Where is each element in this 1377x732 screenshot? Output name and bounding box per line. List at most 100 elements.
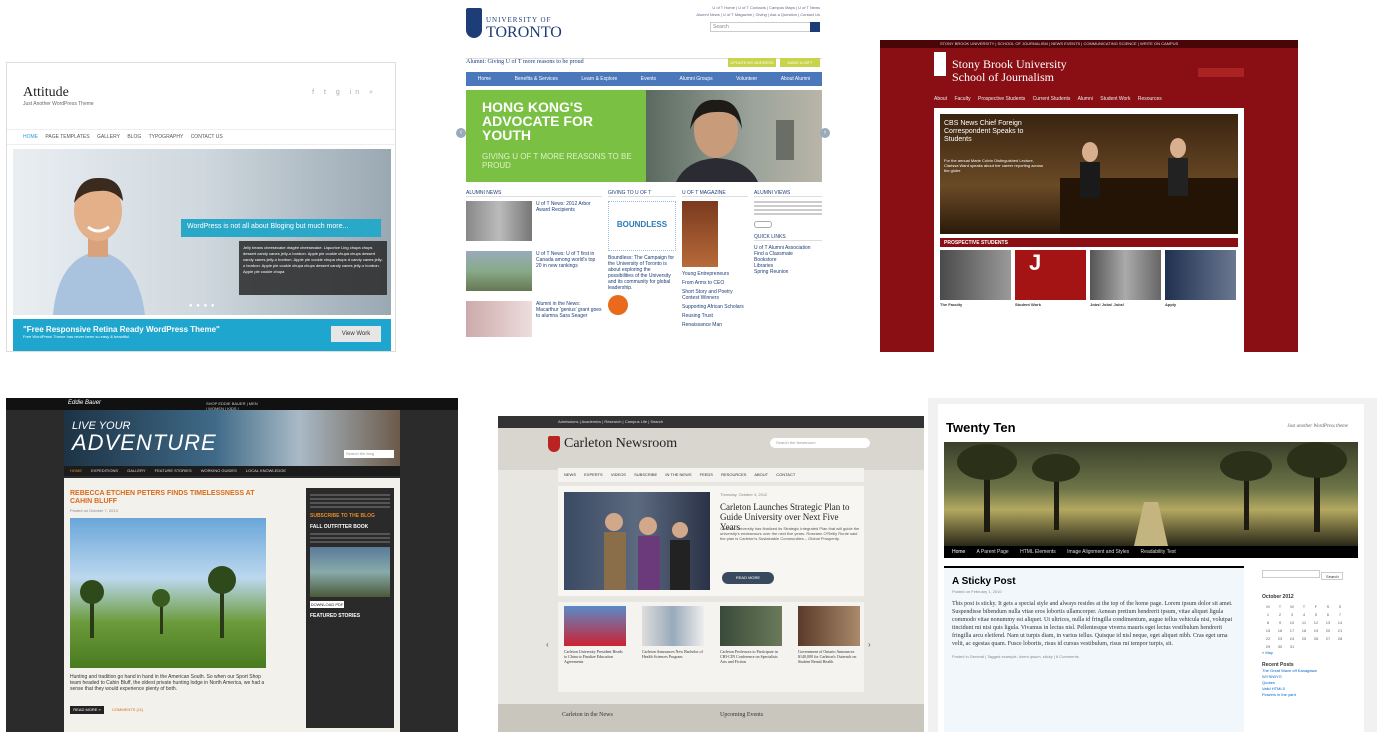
twenty-ten-theme-screenshot[interactable]: Twenty Ten Just another WordPress theme …	[928, 398, 1377, 732]
slider-next-icon[interactable]: ›	[820, 128, 830, 138]
view-work-button[interactable]: View Work	[331, 326, 381, 342]
eddie-bauer-blog-screenshot[interactable]: Eddie Bauer SHOP EDDIE BAUER | MEN | WOM…	[6, 398, 458, 732]
nav-gallery[interactable]: GALLERY	[97, 134, 120, 140]
brand-logo[interactable]: Eddie Bauer	[68, 400, 101, 406]
nav-alumni[interactable]: Alumni	[1078, 96, 1093, 102]
carousel-item[interactable]: Carleton Announces New Bachelor of Healt…	[642, 606, 704, 688]
nav-events[interactable]: Events	[641, 76, 656, 82]
news-item-1[interactable]: U of T News: 2012 Arbor Award Recipients	[536, 201, 602, 241]
nav-contact[interactable]: CONTACT	[776, 472, 795, 477]
donate-icon[interactable]	[608, 295, 628, 315]
subscribe-link[interactable]: SUBSCRIBE TO THE BLOG	[310, 514, 390, 519]
nav-groups[interactable]: Alumni Groups	[680, 76, 713, 82]
thumb-jobs[interactable]	[1090, 250, 1161, 300]
nav-videos[interactable]: VIDEOS	[611, 472, 626, 477]
site-brand[interactable]: Stony Brook University School of Journal…	[952, 58, 1067, 84]
make-gift-button[interactable]: MAKE A GIFT	[780, 58, 820, 67]
thumb-caption[interactable]: Apply	[1165, 302, 1236, 307]
mag-item[interactable]: Reusing Trust	[682, 313, 748, 319]
thumb-caption[interactable]: Jobs! Jobs! Jobs!	[1090, 302, 1161, 307]
mag-item[interactable]: From Arms to CEO	[682, 280, 748, 286]
comments-link[interactable]: COMMENTS (11)	[112, 707, 143, 712]
news-item-2[interactable]: U of T News: U of T first in Canada amon…	[536, 251, 602, 291]
nav-about[interactable]: About	[934, 96, 947, 102]
magazine-cover[interactable]	[682, 201, 718, 267]
catalog-cover[interactable]	[310, 547, 390, 597]
thumb-j-drive[interactable]: J	[1015, 250, 1086, 300]
carousel-next-icon[interactable]: ›	[868, 640, 871, 649]
nav-page-templates[interactable]: PAGE TEMPLATES	[45, 134, 89, 140]
nav-home[interactable]: Home	[478, 76, 491, 82]
thumb-apply[interactable]	[1165, 250, 1236, 300]
recent-post-link[interactable]: Flowers in the yard	[1262, 692, 1352, 698]
download-pdf-button[interactable]: DOWNLOAD PDF »	[310, 601, 344, 614]
search-input[interactable]: Search	[710, 22, 820, 32]
update-address-button[interactable]: UPDATE MY ADDRESS	[728, 58, 776, 67]
nav-experts[interactable]: EXPERTS	[584, 472, 603, 477]
nav-parent-page[interactable]: A Parent Page	[976, 549, 1008, 555]
carousel-item[interactable]: Government of Ontario Announces $140,000…	[798, 606, 860, 688]
hero-banner[interactable]: HONG KONG'S ADVOCATE FOR YOUTH GIVING U …	[466, 90, 822, 182]
nav-home[interactable]: Home	[952, 549, 965, 555]
post-title[interactable]: REBECCA ETCHEN PETERS FINDS TIMELESSNESS…	[70, 490, 270, 506]
nav-image-alignment[interactable]: Image Alignment and Styles	[1067, 549, 1129, 555]
calendar-prev-link[interactable]: « May	[1262, 650, 1352, 656]
top-links-row2[interactable]: Alumni News | U of T Magazine | Giving |…	[696, 11, 820, 18]
nav-news[interactable]: NEWS	[564, 472, 576, 477]
nav-home[interactable]: HOME	[23, 134, 38, 140]
news-item-3[interactable]: Alumni in the News: Macarthur 'genius' g…	[536, 301, 602, 337]
nav-student-work[interactable]: Student Work	[1100, 96, 1130, 102]
mag-item[interactable]: Short Story and Poetry Contest Winners	[682, 289, 748, 301]
mag-item[interactable]: Supporting African Scholars	[682, 304, 748, 310]
nav-in-the-news[interactable]: IN THE NEWS	[665, 472, 691, 477]
search-input[interactable]	[1262, 570, 1320, 578]
site-title[interactable]: Twenty Ten	[946, 420, 1016, 435]
nav-faculty[interactable]: Faculty	[954, 96, 970, 102]
thumb-caption[interactable]: The Faculty	[940, 302, 1011, 307]
top-bar[interactable]: STONY BROOK UNIVERSITY | SCHOOL OF JOURN…	[880, 40, 1298, 48]
nav-learn[interactable]: Learn & Explore	[581, 76, 617, 82]
featured-image[interactable]	[564, 492, 710, 590]
boundless-logo[interactable]: BOUNDLESS	[608, 201, 676, 251]
nav-subscribe[interactable]: SUBSCRIBE	[634, 472, 657, 477]
quick-link[interactable]: Spring Reunion	[754, 269, 822, 275]
nav-resources[interactable]: Resources	[1138, 96, 1162, 102]
nav-contact[interactable]: CONTACT US	[191, 134, 223, 140]
nav-volunteer[interactable]: Volunteer	[736, 76, 757, 82]
nav-html-elements[interactable]: HTML Elements	[1020, 549, 1056, 555]
search-button[interactable]: Search	[1321, 572, 1344, 580]
thumb-caption[interactable]: Student Work	[1015, 302, 1086, 307]
nav-feeds[interactable]: FEEDS	[700, 472, 713, 477]
nav-typography[interactable]: TYPOGRAPHY	[149, 134, 184, 140]
toronto-alumni-screenshot[interactable]: UNIVERSITY OF TORONTO U of T Home | U of…	[456, 0, 832, 352]
post-meta[interactable]: Posted in General | Tagged example, lore…	[952, 654, 1236, 659]
social-icons[interactable]: f t g in ⌕	[312, 89, 377, 97]
nav-feature-stories[interactable]: FEATURE STORIES	[155, 468, 192, 473]
hero-image[interactable]: CBS News Chief Foreign Correspondent Spe…	[940, 114, 1238, 234]
post-title[interactable]: A Sticky Post	[952, 576, 1236, 587]
mag-item[interactable]: Young Entrepreneurs	[682, 271, 748, 277]
nav-about[interactable]: ABOUT	[754, 472, 768, 477]
carleton-newsroom-screenshot[interactable]: Admissions | Academics | Research | Camp…	[498, 416, 924, 732]
nav-expeditions[interactable]: EXPEDITIONS	[91, 468, 118, 473]
search-input[interactable]: Search the Newsroom	[770, 438, 870, 448]
slider-prev-icon[interactable]: ‹	[456, 128, 466, 138]
blog-search-input[interactable]: Search the blog	[344, 450, 394, 458]
hero-slider[interactable]: WordPress is not all about Bloging but m…	[13, 149, 391, 315]
vote-button[interactable]	[754, 221, 772, 228]
search-button[interactable]	[810, 22, 820, 32]
site-name[interactable]: Carleton Newsroom	[564, 436, 677, 452]
nav-home[interactable]: HOME	[70, 468, 82, 473]
top-bar[interactable]: Admissions | Academics | Research | Camp…	[498, 416, 924, 428]
top-links[interactable]: U of T Home | U of T Contacts | Campus M…	[696, 4, 820, 18]
uoft-logo[interactable]: UNIVERSITY OF TORONTO	[466, 6, 576, 41]
nav-benefits[interactable]: Benefits & Services	[515, 76, 558, 82]
search-input[interactable]	[1198, 68, 1244, 77]
nav-about[interactable]: About Alumni	[781, 76, 810, 82]
read-more-button[interactable]: READ MORE »	[70, 706, 104, 714]
read-more-button[interactable]: READ MORE	[722, 572, 774, 584]
carousel-item[interactable]: Carleton University President Heads to C…	[564, 606, 626, 688]
nav-blog[interactable]: BLOG	[127, 134, 141, 140]
top-links-row1[interactable]: U of T Home | U of T Contacts | Campus M…	[696, 4, 820, 11]
nav-local-knowledge[interactable]: LOCAL KNOWLEDGE	[246, 468, 286, 473]
